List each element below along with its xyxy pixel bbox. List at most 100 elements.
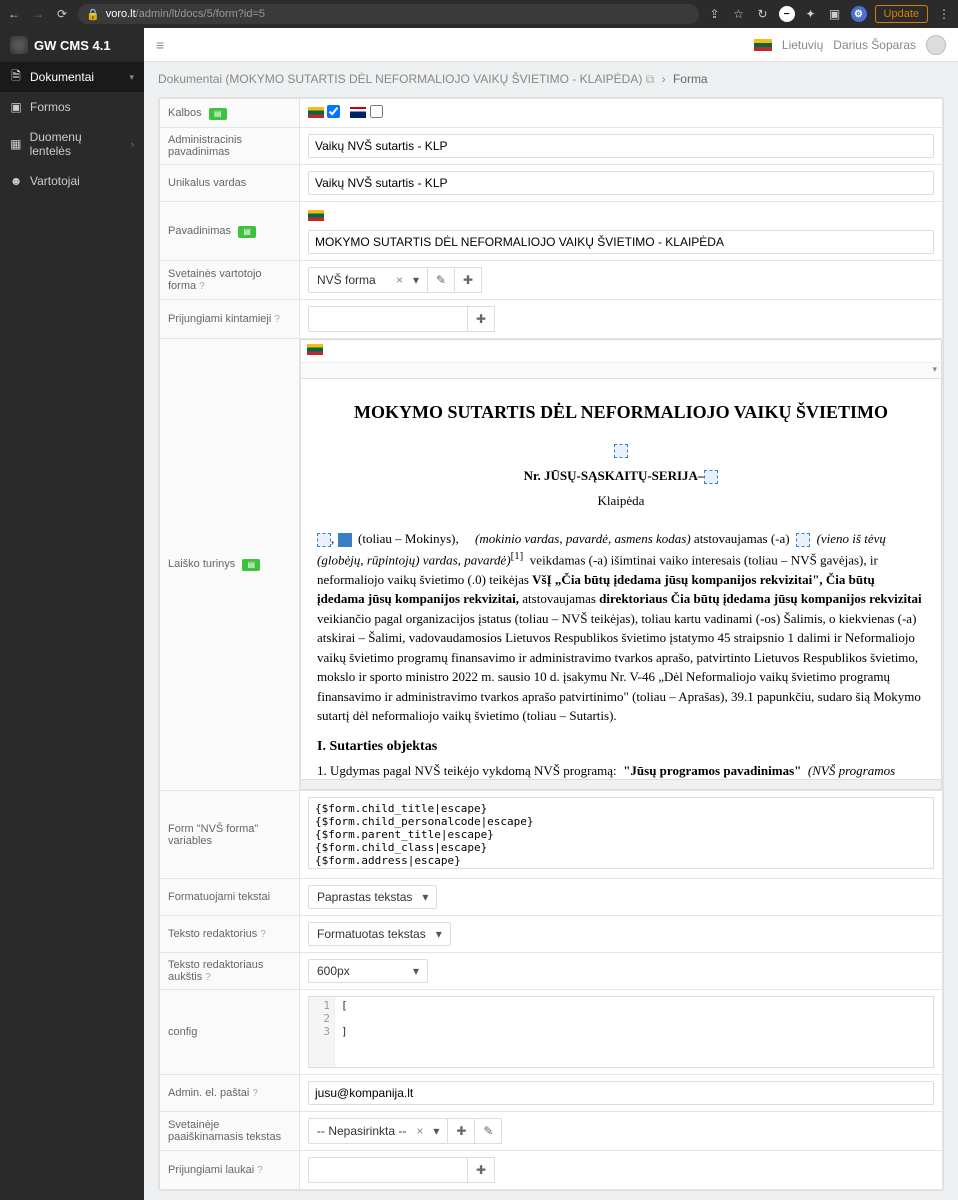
- reload-button[interactable]: ⟳: [54, 6, 70, 22]
- label-form-vars: Form "NVŠ forma" variables: [160, 791, 300, 879]
- caret-down-icon: ▾: [422, 890, 428, 904]
- star-icon[interactable]: ☆: [731, 6, 747, 22]
- add-button[interactable]: ✚: [467, 306, 495, 332]
- field-kalbos: [300, 99, 943, 128]
- sidebar-item-label: Duomenų lentelės: [30, 130, 123, 158]
- copy-icon[interactable]: ⧉: [646, 72, 655, 86]
- label-text-editor: Teksto redaktorius?: [160, 916, 300, 953]
- chevron-down-icon: ▾: [129, 72, 134, 83]
- label-variables: Prijungiami kintamieji?: [160, 300, 300, 339]
- placeholder-icon: [317, 533, 331, 547]
- sidebar-item-label: Vartotojai: [30, 174, 80, 188]
- sidebar-item-label: Formos: [30, 100, 71, 114]
- caret-down-icon: ▾: [433, 1124, 439, 1138]
- rte-body[interactable]: MOKYMO SUTARTIS DĖL NEFORMALIOJO VAIKŲ Š…: [301, 379, 941, 779]
- add-button[interactable]: ✚: [454, 267, 482, 293]
- share-icon[interactable]: ⇪: [707, 6, 723, 22]
- add-button[interactable]: ✚: [447, 1118, 475, 1144]
- checkbox-lt[interactable]: [327, 105, 340, 118]
- select-attached-fields[interactable]: [308, 1157, 468, 1183]
- help-icon[interactable]: ?: [205, 972, 211, 983]
- zoom-minus-icon[interactable]: −: [779, 6, 795, 22]
- label-editor-height: Teksto redaktoriaus aukštis?: [160, 953, 300, 990]
- update-button[interactable]: Update: [875, 5, 928, 23]
- label-format-texts: Formatuojami tekstai: [160, 879, 300, 916]
- back-button[interactable]: ←: [6, 6, 22, 22]
- clear-icon[interactable]: ×: [416, 1124, 423, 1138]
- field-pavadinimas: [300, 202, 943, 261]
- code-editor-config[interactable]: 123 [ ]: [308, 996, 934, 1068]
- lang-badge-icon: ▤: [242, 559, 260, 571]
- checkbox-en[interactable]: [370, 105, 383, 118]
- select-text-editor[interactable]: Formatuotas tekstas▾: [308, 922, 451, 946]
- input-unique-name[interactable]: [308, 171, 934, 195]
- lang-badge-icon: ▤: [209, 108, 227, 120]
- select-variables[interactable]: [308, 306, 468, 332]
- language-label[interactable]: Lietuvių: [782, 38, 823, 52]
- app-title: GW CMS 4.1: [34, 38, 111, 53]
- label-user-form: Svetainės vartotojo forma?: [160, 261, 300, 300]
- rte-toolbar[interactable]: [301, 363, 941, 379]
- breadcrumb: Dokumentai (MOKYMO SUTARTIS DĖL NEFORMAL…: [144, 62, 958, 97]
- app-logo: GW CMS 4.1: [0, 28, 144, 62]
- sidebar-item-duomenu[interactable]: ▦ Duomenų lentelės ›: [0, 122, 144, 166]
- input-admin-emails[interactable]: [308, 1081, 934, 1105]
- select-explain-text[interactable]: -- Nepasirinkta -- × ▾: [308, 1118, 448, 1144]
- url-bar[interactable]: 🔒 voro.lt/admin/lt/docs/5/form?id=5: [78, 4, 699, 24]
- user-name[interactable]: Darius Šoparas: [833, 38, 916, 52]
- sync-icon[interactable]: ↻: [755, 6, 771, 22]
- panel-icon[interactable]: ▣: [827, 6, 843, 22]
- doc-h-i: I. Sutarties objektas: [317, 736, 925, 757]
- label-kalbos: Kalbos ▤: [160, 99, 300, 128]
- help-icon[interactable]: ?: [257, 1165, 263, 1176]
- sidebar-item-vartotojai[interactable]: ☻ Vartotojai: [0, 166, 144, 196]
- hamburger-icon[interactable]: ≡: [156, 37, 164, 53]
- sidebar-item-formos[interactable]: ▣ Formos: [0, 92, 144, 122]
- sidebar-item-label: Dokumentai: [30, 70, 94, 84]
- forward-button[interactable]: →: [30, 6, 46, 22]
- topbar: ≡ Lietuvių Darius Šoparas: [144, 28, 958, 62]
- clear-icon[interactable]: ×: [396, 273, 403, 287]
- label-attached-fields: Prijungiami laukai?: [160, 1151, 300, 1190]
- doc-city: Klaipėda: [317, 491, 925, 511]
- input-pavadinimas[interactable]: [308, 230, 934, 254]
- menu-icon[interactable]: ⋮: [936, 6, 952, 22]
- select-user-form[interactable]: NVŠ forma × ▾: [308, 267, 428, 293]
- label-config: config: [160, 990, 300, 1075]
- select-format-texts[interactable]: Paprastas tekstas▾: [308, 885, 437, 909]
- help-icon[interactable]: ?: [274, 314, 280, 325]
- label-admin-name: Administracinis pavadinimas: [160, 128, 300, 165]
- input-admin-name[interactable]: [308, 134, 934, 158]
- help-icon[interactable]: ?: [260, 929, 266, 940]
- breadcrumb-root[interactable]: Dokumentai: [158, 72, 222, 86]
- label-pavadinimas: Pavadinimas ▤: [160, 202, 300, 261]
- breadcrumb-parent[interactable]: (MOKYMO SUTARTIS DĖL NEFORMALIOJO VAIKŲ …: [225, 72, 642, 86]
- help-icon[interactable]: ?: [252, 1088, 258, 1099]
- extensions-icon[interactable]: ✦: [803, 6, 819, 22]
- textarea-form-vars[interactable]: [308, 797, 934, 869]
- horizontal-scrollbar[interactable]: [301, 779, 941, 789]
- logo-mark-icon: [10, 36, 28, 54]
- flag-en-icon: [350, 107, 366, 118]
- select-editor-height[interactable]: 600px▾: [308, 959, 428, 983]
- add-button[interactable]: ✚: [467, 1157, 495, 1183]
- sidebar: GW CMS 4.1 🗎 Dokumentai ▾ ▣ Formos ▦ Duo…: [0, 28, 144, 1200]
- avatar-icon[interactable]: [926, 35, 946, 55]
- profile-icon[interactable]: ⚙: [851, 6, 867, 22]
- browser-chrome: ← → ⟳ 🔒 voro.lt/admin/lt/docs/5/form?id=…: [0, 0, 958, 28]
- caret-down-icon: ▾: [413, 964, 419, 978]
- caret-down-icon: ▾: [436, 927, 442, 941]
- edit-button[interactable]: ✎: [474, 1118, 502, 1144]
- placeholder-icon: [704, 470, 718, 484]
- flag-lt-icon: [308, 210, 324, 221]
- table-icon: ▦: [10, 138, 22, 150]
- help-icon[interactable]: ?: [199, 281, 205, 292]
- lock-icon: 🔒: [86, 8, 100, 21]
- label-content: Laiško turinys ▤: [160, 339, 300, 791]
- url-path: /admin/lt/docs/5/form?id=5: [136, 8, 265, 20]
- sidebar-item-dokumentai[interactable]: 🗎 Dokumentai ▾: [0, 62, 144, 92]
- form-icon: ▣: [10, 101, 22, 113]
- edit-button[interactable]: ✎: [427, 267, 455, 293]
- form-panel: Kalbos ▤ Administracinis pavadinimas: [158, 97, 944, 1191]
- label-admin-emails: Admin. el. paštai?: [160, 1075, 300, 1112]
